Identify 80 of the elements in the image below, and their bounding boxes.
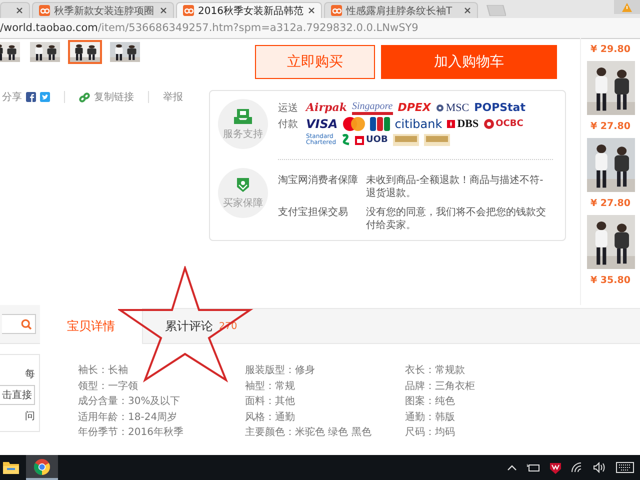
product-price: ¥ 35.80	[590, 275, 630, 286]
brand-logo: DBS	[457, 117, 479, 131]
circles-icon	[342, 117, 365, 131]
site-favicon-icon	[39, 5, 50, 16]
folder-icon[interactable]	[3, 461, 19, 474]
link-icon[interactable]	[79, 92, 90, 102]
copy-link[interactable]: 复制链接	[94, 90, 134, 104]
caret-up-icon[interactable]	[507, 464, 517, 470]
thumbnail[interactable]	[68, 40, 102, 64]
search-icon[interactable]	[21, 318, 32, 330]
wifi-icon[interactable]	[571, 462, 583, 473]
taskbar-app[interactable]	[26, 455, 58, 480]
thumbnail[interactable]	[28, 40, 62, 64]
product-attribute: 袖长：长袖	[78, 364, 129, 378]
product-attribute: 风格：通勤	[245, 410, 296, 424]
shield-icon[interactable]	[550, 462, 561, 474]
brand-logo: Airpak	[306, 101, 347, 115]
browser-tab[interactable]: 秋季新款女装连脖项圈	[32, 2, 174, 18]
share-label: 分享	[2, 90, 22, 104]
buy-now-button[interactable]: 立即购买	[255, 45, 375, 79]
shield-icon	[236, 176, 250, 192]
product-attribute: 服装版型：修身	[245, 364, 316, 378]
ring-icon	[484, 119, 494, 129]
sidebar-text: 问	[25, 410, 35, 423]
product-attribute: 面料：其他	[245, 395, 296, 409]
brand-logo: POPStat	[474, 101, 526, 115]
star-square-icon	[447, 120, 456, 128]
product-price: ¥ 27.80	[590, 121, 630, 132]
browser-icon	[34, 458, 50, 474]
product-attribute: 年份季节：2016年秋季	[78, 426, 184, 440]
site-favicon-icon	[183, 5, 194, 16]
report-link[interactable]: 举报	[163, 90, 183, 104]
product-attribute: 通勤：韩版	[405, 410, 456, 424]
brand-logo: DPEX	[398, 101, 431, 115]
brand-logo: citibank	[394, 117, 442, 131]
brand-logo: UOB	[366, 134, 388, 147]
close-icon[interactable]	[308, 7, 315, 14]
guarantee-text: 未收到商品-全额退款！商品与描述不符-退货退款。	[366, 174, 544, 200]
thumbnail[interactable]	[108, 40, 142, 64]
close-icon[interactable]	[464, 7, 471, 14]
volume-icon[interactable]	[593, 462, 606, 473]
product-price: ¥ 27.80	[590, 198, 630, 209]
sidebar-text: 每	[25, 368, 35, 381]
browser-tab[interactable]: 2016秋季女装新品韩范	[176, 2, 322, 18]
product-attribute: 尺码：均码	[405, 426, 456, 440]
site-favicon-icon	[331, 5, 342, 16]
service-badge: 服务支持	[218, 99, 268, 149]
add-to-cart-button[interactable]: 加入购物车	[381, 45, 557, 79]
brand-logo: VISA	[306, 117, 338, 131]
guarantee-text: 没有您的同意，我们将不会把您的钱款交付给卖家。	[366, 206, 547, 232]
facebook-icon[interactable]	[26, 92, 36, 102]
card-stripes-icon	[370, 117, 390, 131]
product-attribute: 领型：一字领	[78, 380, 139, 394]
product-attribute: 主要颜色：米驼色 绿色 黑色	[245, 426, 372, 440]
close-icon[interactable]	[16, 7, 23, 14]
brand-logo: OCBC	[496, 118, 524, 131]
product-price: ¥ 29.80	[590, 44, 630, 55]
close-icon[interactable]	[160, 7, 167, 14]
product-attribute: 成分含量：30%及以下	[78, 395, 182, 409]
bank-badge-icon	[424, 134, 450, 146]
sidebar-text: 击直接	[0, 385, 35, 405]
product-attribute: 衣长：常规款	[405, 364, 466, 378]
browser-tab[interactable]: 性感露肩挂脖条纹长袖T	[324, 2, 478, 18]
product-attribute: 品牌：三角衣柜	[405, 380, 476, 394]
payment-label: 付款	[278, 118, 298, 131]
keyboard-icon[interactable]	[616, 462, 634, 473]
browser-tab[interactable]	[0, 2, 30, 18]
bank-badge-icon	[392, 134, 419, 146]
support-icon	[234, 108, 252, 124]
product-attribute: 适用年龄：18-24周岁	[78, 410, 178, 424]
shipping-label: 运送	[278, 102, 298, 115]
guarantee-badge: 买家保障	[218, 168, 268, 218]
guarantee-name: 淘宝网消费者保障	[278, 174, 359, 188]
guarantee-name: 支付宝担保交易	[278, 206, 349, 220]
brand-logo: MSC	[446, 101, 470, 115]
product-attribute: 图案：纯色	[405, 395, 456, 409]
battery-icon[interactable]	[527, 463, 540, 472]
twitter-icon[interactable]	[40, 92, 50, 102]
search-field[interactable]	[2, 314, 36, 334]
product-attribute: 袖型：常规	[245, 380, 296, 394]
